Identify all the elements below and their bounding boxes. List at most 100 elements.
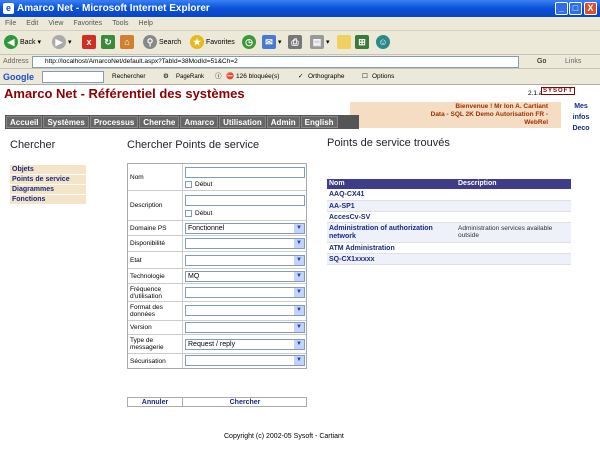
link-deco[interactable]: Deco <box>563 123 599 134</box>
chevron-down-icon[interactable]: ▼ <box>294 340 304 349</box>
minimize-button[interactable]: _ <box>555 2 568 15</box>
description-debut-checkbox[interactable]: Début <box>185 210 212 218</box>
popup-blocked-count[interactable]: 126 bloquée(s) <box>236 69 279 85</box>
menu-file[interactable]: File <box>0 17 21 31</box>
link-infos[interactable]: infos <box>563 112 599 123</box>
result-name[interactable]: AccesCv-SV <box>329 214 457 222</box>
left-item-diagrammes[interactable]: Diagrammes <box>10 185 86 194</box>
messenger-button[interactable]: ☺ <box>376 34 392 52</box>
nav-systemes[interactable]: Systèmes <box>43 116 89 128</box>
refresh-button[interactable]: ↻ <box>101 34 117 52</box>
nav-amarco[interactable]: Amarco <box>180 116 219 128</box>
edit-button[interactable]: ▤ ▾ <box>310 34 330 52</box>
address-label: Address <box>3 58 29 65</box>
info-icon[interactable]: ⓘ <box>215 69 222 85</box>
close-button[interactable]: X <box>584 2 597 15</box>
back-button[interactable]: ◀ Back ▾ <box>4 34 41 52</box>
menu-view[interactable]: View <box>43 17 68 31</box>
table-row[interactable]: SQ-CX1xxxxx <box>327 254 571 265</box>
table-row[interactable]: Administration of authorization network A… <box>327 223 571 243</box>
home-button[interactable]: ⌂ <box>120 34 136 52</box>
type-messagerie-select[interactable]: Request / reply ▼ <box>185 339 305 350</box>
left-item-objets[interactable]: Objets <box>10 165 86 174</box>
domaine-select[interactable]: Fonctionnel ▼ <box>185 223 305 234</box>
google-logo[interactable]: Google <box>3 69 34 85</box>
result-name[interactable]: AAQ-CX41 <box>329 191 457 199</box>
discuss-button[interactable] <box>337 34 353 52</box>
table-row[interactable]: AccesCv-SV <box>327 212 571 223</box>
chevron-down-icon[interactable]: ▼ <box>294 239 304 248</box>
result-name[interactable]: SQ-CX1xxxxx <box>329 256 457 264</box>
link-mes[interactable]: Mes <box>563 101 599 112</box>
nom-input[interactable] <box>185 167 305 178</box>
nav-accueil[interactable]: Accueil <box>6 116 43 128</box>
table-row[interactable]: AAQ-CX41 <box>327 189 571 201</box>
nav-processus[interactable]: Processus <box>89 116 139 128</box>
menu-favorites[interactable]: Favorites <box>68 17 107 31</box>
mail-button[interactable]: ✉ ▾ <box>262 34 282 52</box>
securisation-select[interactable]: ▼ <box>185 355 305 366</box>
spellcheck-button[interactable]: Orthographe <box>308 69 345 85</box>
history-button[interactable]: ◷ <box>242 34 258 52</box>
disponibilite-select[interactable]: ▼ <box>185 238 305 249</box>
messenger-icon: ☺ <box>376 35 390 50</box>
frequence-select[interactable]: ▼ <box>185 287 305 298</box>
options-button[interactable]: Options <box>372 69 394 85</box>
label-etat: Etat <box>128 252 183 268</box>
chevron-down-icon[interactable]: ▼ <box>294 272 304 281</box>
pagerank-indicator[interactable]: PageRank <box>176 69 204 85</box>
research-icon: ⊞ <box>355 35 369 50</box>
folder-icon <box>337 35 351 50</box>
go-button[interactable]: Go <box>537 55 546 69</box>
nav-admin[interactable]: Admin <box>266 116 300 128</box>
checkbox-box[interactable] <box>185 210 192 217</box>
table-row[interactable]: AA-SP1 <box>327 201 571 212</box>
window-titlebar: e Amarco Net - Microsoft Internet Explor… <box>0 0 600 17</box>
menu-help[interactable]: Help <box>134 17 158 31</box>
back-arrow-icon: ◀ <box>4 35 18 50</box>
left-item-fonctions[interactable]: Fonctions <box>10 195 86 204</box>
welcome-text: Bienvenue ! Mr Ion A. Cartiant Data - SQ… <box>356 103 548 127</box>
nom-debut-checkbox[interactable]: Début <box>185 181 212 189</box>
technologie-select[interactable]: MQ ▼ <box>185 271 305 282</box>
domaine-value: Fonctionnel <box>188 225 225 232</box>
google-search-button[interactable]: Rechercher <box>112 69 146 85</box>
nav-cherche[interactable]: Cherche <box>139 116 180 128</box>
chevron-down-icon[interactable]: ▼ <box>294 323 304 332</box>
favorites-button[interactable]: ★ Favorites <box>190 34 235 52</box>
menu-tools[interactable]: Tools <box>107 17 133 31</box>
search-button[interactable]: ⚲ Search <box>143 34 181 52</box>
google-toolbar: Google Rechercher ⚙ PageRank ⓘ ⛔ 126 blo… <box>0 69 600 85</box>
research-button[interactable]: ⊞ <box>355 34 371 52</box>
version-select[interactable]: ▼ <box>185 322 305 333</box>
chevron-down-icon[interactable]: ▼ <box>294 256 304 265</box>
links-button[interactable]: Links <box>565 55 581 69</box>
table-row[interactable]: ATM Administration <box>327 243 571 254</box>
chevron-down-icon[interactable]: ▼ <box>294 306 304 315</box>
left-item-points-de-service[interactable]: Points de service <box>10 175 86 184</box>
result-name[interactable]: ATM Administration <box>329 245 457 253</box>
cancel-button[interactable]: Annuler <box>128 398 183 407</box>
chevron-down-icon[interactable]: ▼ <box>294 224 304 233</box>
description-input[interactable] <box>185 195 305 206</box>
label-format: Format des données <box>128 302 183 320</box>
chevron-down-icon[interactable]: ▼ <box>294 356 304 365</box>
google-search-input[interactable] <box>42 71 104 83</box>
result-name[interactable]: AA-SP1 <box>329 203 457 211</box>
result-name[interactable]: Administration of authorization network <box>329 225 457 241</box>
nav-english[interactable]: English <box>300 116 338 128</box>
checkbox-box[interactable] <box>185 181 192 188</box>
welcome-line-2: Data - SQL 2K Demo Autorisation FR - <box>430 111 548 118</box>
address-input[interactable]: http://localhost/AmarcoNet/default.aspx?… <box>32 56 519 68</box>
forward-button[interactable]: ▶ ▾ <box>52 34 72 52</box>
chevron-down-icon[interactable]: ▼ <box>294 288 304 297</box>
nav-utilisation[interactable]: Utilisation <box>219 116 266 128</box>
etat-select[interactable]: ▼ <box>185 255 305 266</box>
stop-button[interactable]: x <box>82 34 98 52</box>
print-button[interactable]: ⎙ <box>288 34 304 52</box>
menu-edit[interactable]: Edit <box>21 17 43 31</box>
maximize-button[interactable]: □ <box>569 2 582 15</box>
format-select[interactable]: ▼ <box>185 305 305 316</box>
search-submit-button[interactable]: Chercher <box>185 398 305 407</box>
gear-icon[interactable]: ⚙ <box>163 69 169 85</box>
